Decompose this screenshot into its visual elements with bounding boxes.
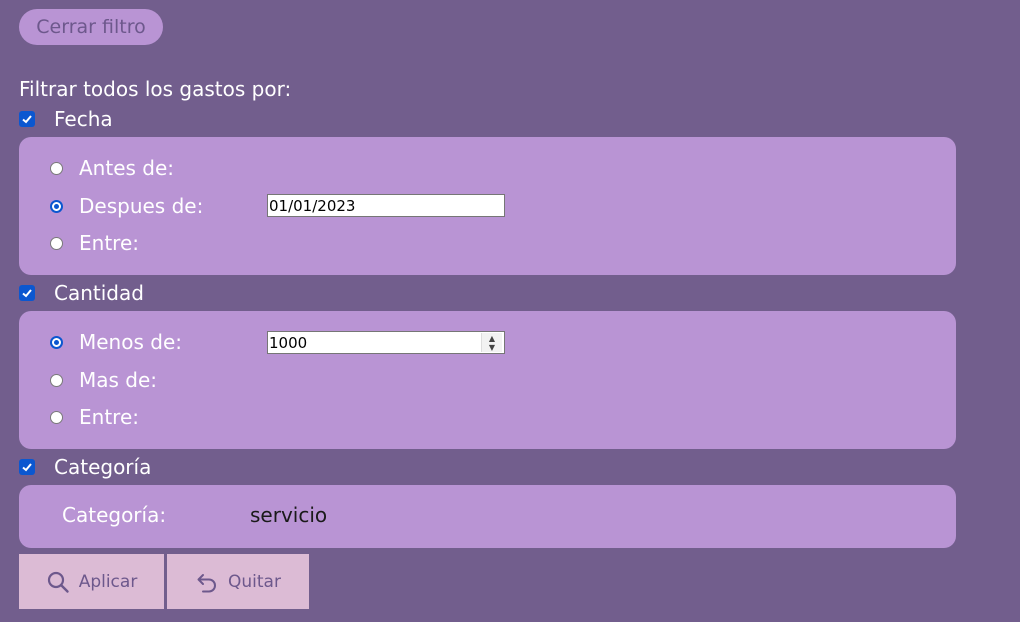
radio-antes[interactable] <box>50 161 63 175</box>
radio-menos[interactable] <box>50 335 63 349</box>
categoria-filter-toggle[interactable]: Categoría <box>19 455 151 479</box>
radio-label: Mas de: <box>79 368 158 392</box>
apply-label: Aplicar <box>78 571 138 592</box>
fecha-checkbox[interactable] <box>19 111 35 127</box>
categoria-label: Categoría <box>54 455 152 479</box>
categoria-checkbox[interactable] <box>19 459 35 475</box>
radio-label: Entre: <box>79 405 139 429</box>
chevron-up-icon[interactable]: ▲ <box>489 334 495 343</box>
categoria-panel: Categoría: servicio <box>19 485 956 548</box>
radio-label: Despues de: <box>79 194 204 218</box>
fecha-label: Fecha <box>54 107 113 131</box>
cantidad-checkbox[interactable] <box>19 285 35 301</box>
radio-entre[interactable] <box>50 410 63 424</box>
radio-entre[interactable] <box>50 236 63 250</box>
close-filter-button[interactable]: Cerrar filtro <box>19 9 163 45</box>
date-input[interactable]: 01/01/2023 <box>267 194 505 217</box>
fecha-panel: Antes de: Despues de: 01/01/2023 Entre: <box>19 137 956 275</box>
fecha-filter-toggle[interactable]: Fecha <box>19 107 113 131</box>
cantidad-label: Cantidad <box>54 281 144 305</box>
search-icon <box>47 571 69 593</box>
remove-button[interactable]: Quitar <box>167 554 309 609</box>
amount-value: 1000 <box>269 333 308 352</box>
categoria-select[interactable]: servicio <box>250 503 327 527</box>
amount-input[interactable]: 1000 ▲ ▼ <box>267 331 505 354</box>
cantidad-option-entre[interactable]: Entre: <box>50 404 139 430</box>
checkmark-icon <box>22 115 32 124</box>
checkmark-icon <box>22 289 32 298</box>
chevron-down-icon[interactable]: ▼ <box>489 343 495 352</box>
fecha-option-entre[interactable]: Entre: <box>50 230 139 256</box>
radio-label: Entre: <box>79 231 139 255</box>
cantidad-filter-toggle[interactable]: Cantidad <box>19 281 144 305</box>
remove-label: Quitar <box>228 571 281 592</box>
radio-mas[interactable] <box>50 373 63 387</box>
undo-icon <box>197 573 217 592</box>
number-stepper[interactable]: ▲ ▼ <box>481 333 502 352</box>
fecha-option-antes[interactable]: Antes de: <box>50 155 174 181</box>
radio-despues[interactable] <box>50 199 63 213</box>
cantidad-option-mas[interactable]: Mas de: <box>50 367 157 393</box>
categoria-field-label: Categoría: <box>62 503 167 527</box>
checkmark-icon <box>22 463 32 472</box>
radio-label: Menos de: <box>79 330 182 354</box>
radio-label: Antes de: <box>79 156 175 180</box>
apply-button[interactable]: Aplicar <box>19 554 164 609</box>
cantidad-option-menos[interactable]: Menos de: <box>50 329 182 355</box>
fecha-option-despues[interactable]: Despues de: <box>50 193 203 219</box>
cantidad-panel: Menos de: 1000 ▲ ▼ Mas de: Entre: <box>19 311 956 449</box>
filter-title: Filtrar todos los gastos por: <box>19 77 292 101</box>
